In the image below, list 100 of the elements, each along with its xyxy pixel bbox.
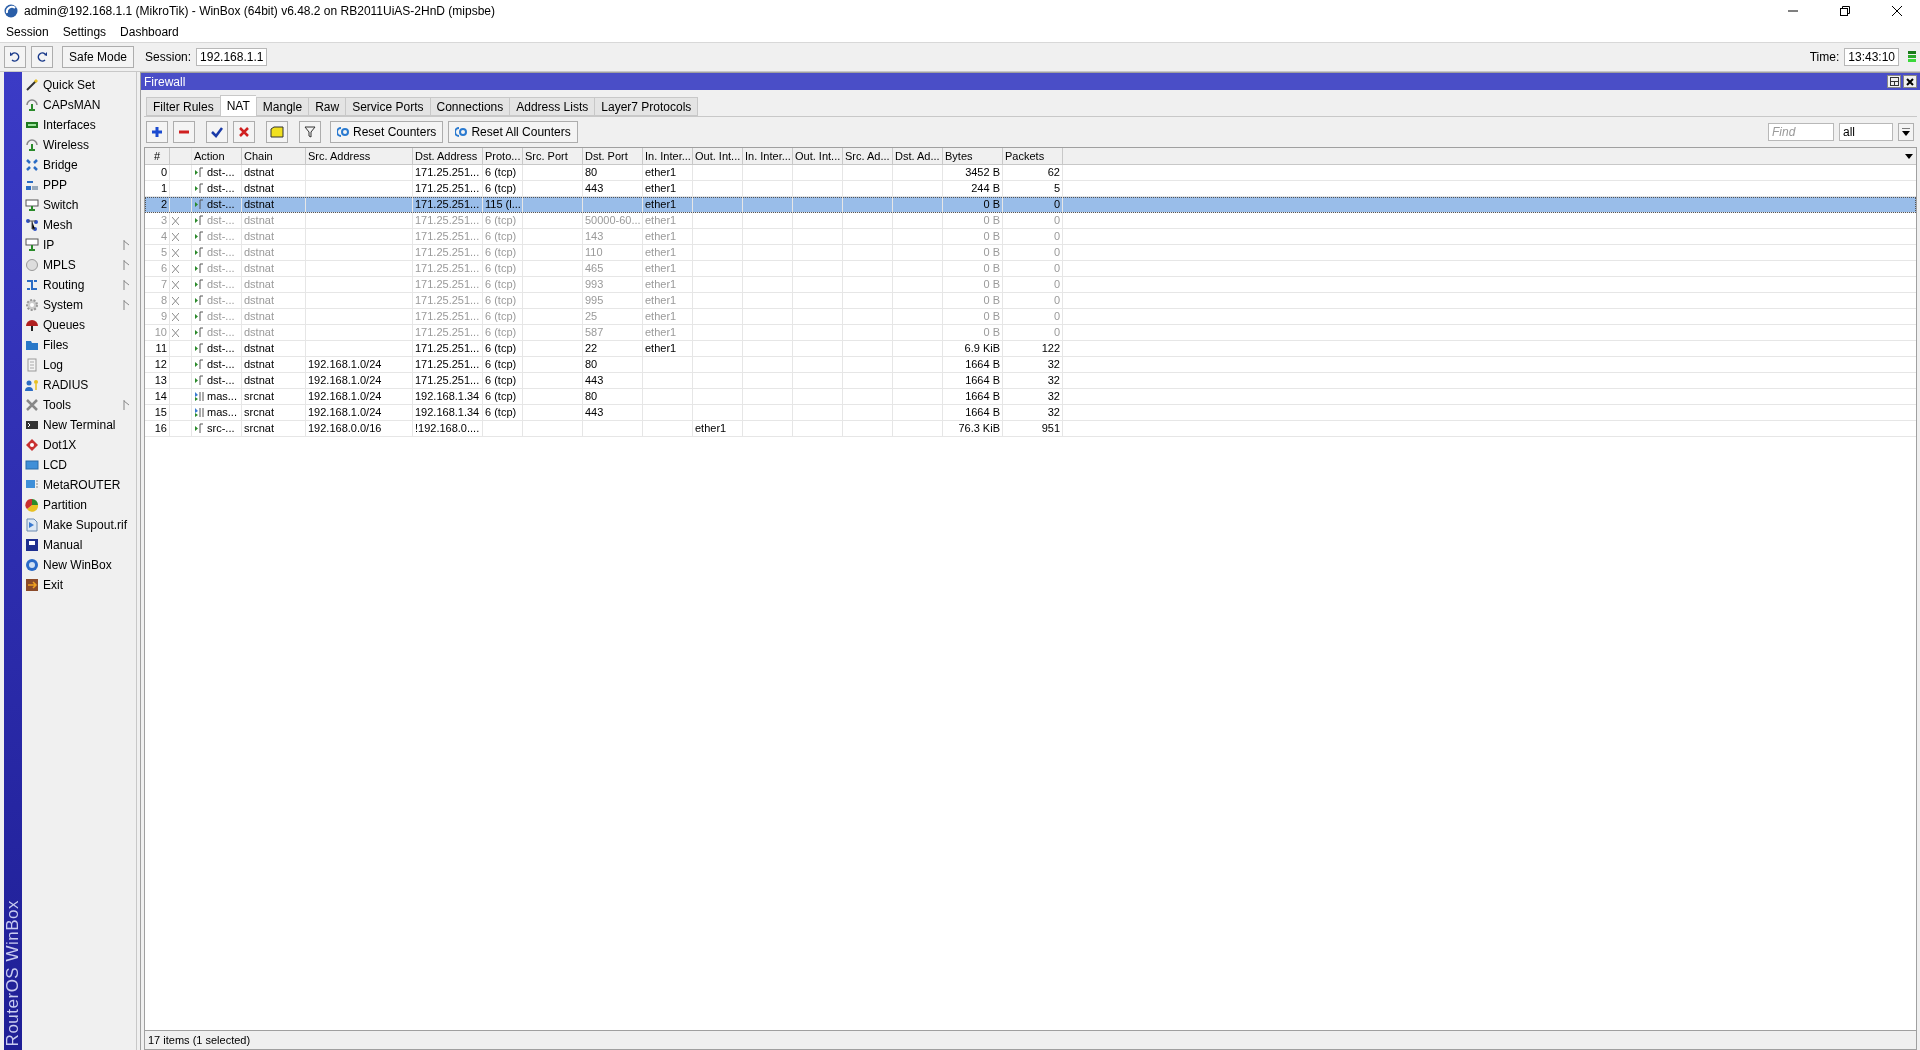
sidebar-item[interactable]: Make Supout.rif <box>22 515 136 535</box>
nat-arrow-icon <box>194 423 205 434</box>
table-cell: 6 (tcp) <box>483 293 523 308</box>
tab[interactable]: Connections <box>429 97 510 116</box>
dropdown-button[interactable] <box>1898 123 1914 141</box>
table-row[interactable]: 0 dst-... dstnat 171.25.251... 6 (tcp) 80 ether1 3452 B 62 <box>145 165 1916 181</box>
menu-item[interactable]: Settings <box>62 25 107 39</box>
filter-select[interactable]: all <box>1839 123 1893 141</box>
column-header[interactable]: # <box>145 148 170 164</box>
filter-button[interactable] <box>299 121 321 143</box>
table-cell: 171.25.251... <box>413 197 483 212</box>
column-header[interactable]: Out. Int... <box>793 148 843 164</box>
table-cell: dst-... <box>207 165 235 180</box>
sidebar-item[interactable]: MetaROUTER <box>22 475 136 495</box>
sidebar-item[interactable]: Dot1X <box>22 435 136 455</box>
column-header[interactable]: Packets <box>1003 148 1063 164</box>
check-icon <box>211 126 223 138</box>
disable-button[interactable] <box>233 121 255 143</box>
table-row[interactable]: 16 src-... srcnat 192.168.0.0/16 !192.168.0.... ether1 76.3 KiB 951 <box>145 421 1916 437</box>
safe-mode-button[interactable]: Safe Mode <box>62 46 135 68</box>
column-header[interactable]: Dst. Address <box>413 148 483 164</box>
sidebar-item[interactable]: RADIUS <box>22 375 136 395</box>
redo-button[interactable] <box>31 46 53 68</box>
tab[interactable]: Raw <box>308 97 346 116</box>
route-icon <box>25 278 39 292</box>
sidebar-item[interactable]: New WinBox <box>22 555 136 575</box>
table-cell: 0 B <box>943 213 1003 228</box>
sidebar-item[interactable]: Partition <box>22 495 136 515</box>
tab[interactable]: Filter Rules <box>146 97 220 116</box>
reset-all-counters-button[interactable]: Reset All Counters <box>448 121 578 143</box>
table-cell: 80 <box>583 165 643 180</box>
sidebar-item[interactable]: System <box>22 295 136 315</box>
table-row[interactable]: 1 dst-... dstnat 171.25.251... 6 (tcp) 443 ether1 244 B 5 <box>145 181 1916 197</box>
column-header[interactable]: Action <box>192 148 242 164</box>
column-header[interactable]: Chain <box>242 148 306 164</box>
undo-button[interactable] <box>4 46 26 68</box>
sidebar-item[interactable]: New Terminal <box>22 415 136 435</box>
restore-button[interactable] <box>1887 75 1901 88</box>
enable-button[interactable] <box>206 121 228 143</box>
column-header[interactable]: Src. Ad... <box>843 148 893 164</box>
sidebar-item[interactable]: Exit <box>22 575 136 595</box>
table-row[interactable]: 15 mas... srcnat 192.168.1.0/24 192.168.1.34 6 (tcp) 443 1664 B 32 <box>145 405 1916 421</box>
table-cell: 171.25.251... <box>413 245 483 260</box>
sidebar-item[interactable]: MPLS <box>22 255 136 275</box>
table-cell: 4 <box>145 229 170 244</box>
tab[interactable]: Layer7 Protocols <box>594 97 699 116</box>
table-row[interactable]: 14 mas... srcnat 192.168.1.0/24 192.168.1.34 6 (tcp) 80 1664 B 32 <box>145 389 1916 405</box>
table-cell: 6 (tcp) <box>483 309 523 324</box>
table-row[interactable]: 12 dst-... dstnat 192.168.1.0/24 171.25.251... 6 (tcp) 80 1664 B 32 <box>145 357 1916 373</box>
table-row[interactable]: 2 dst-... dstnat 171.25.251... 115 (l... ether1 0 B 0 <box>145 197 1916 213</box>
column-header[interactable]: In. Inter... <box>643 148 693 164</box>
session-field[interactable]: 192.168.1.1 <box>196 48 268 66</box>
table-row[interactable]: 11 dst-... dstnat 171.25.251... 6 (tcp) 22 ether1 6.9 KiB 122 <box>145 341 1916 357</box>
table-cell: 50000-60... <box>583 213 643 228</box>
sidebar-item[interactable]: Queues <box>22 315 136 335</box>
sidebar-item[interactable]: IP <box>22 235 136 255</box>
submenu-arrow-icon <box>123 260 130 270</box>
sidebar-item[interactable]: CAPsMAN <box>22 95 136 115</box>
column-header[interactable]: Dst. Ad... <box>893 148 943 164</box>
menu-item[interactable]: Dashboard <box>120 25 179 39</box>
sidebar-item[interactable]: Tools <box>22 395 136 415</box>
table-cell: dst-... <box>207 277 235 292</box>
sidebar-item[interactable]: Wireless <box>22 135 136 155</box>
column-header[interactable]: Src. Port <box>523 148 583 164</box>
column-header[interactable]: In. Inter... <box>743 148 793 164</box>
column-header[interactable]: Out. Int... <box>693 148 743 164</box>
table-cell: 6.9 KiB <box>943 341 1003 356</box>
tab[interactable]: Service Ports <box>345 97 430 116</box>
sidebar-item[interactable]: Bridge <box>22 155 136 175</box>
remove-button[interactable] <box>173 121 195 143</box>
column-header[interactable]: Bytes <box>943 148 1003 164</box>
sidebar-item[interactable]: Quick Set <box>22 75 136 95</box>
sidebar-item[interactable]: Routing <box>22 275 136 295</box>
reset-counters-button[interactable]: Reset Counters <box>330 121 444 143</box>
comment-button[interactable] <box>266 121 288 143</box>
sidebar-item[interactable]: Manual <box>22 535 136 555</box>
menu-item[interactable]: Session <box>6 25 49 39</box>
sidebar-item[interactable]: PPP <box>22 175 136 195</box>
column-header[interactable]: Src. Address <box>306 148 413 164</box>
tab[interactable]: Address Lists <box>509 97 595 116</box>
tab[interactable]: Mangle <box>255 97 309 116</box>
close-button[interactable] <box>1903 75 1917 88</box>
tab[interactable]: NAT <box>219 95 256 117</box>
status-text: 17 items (1 selected) <box>148 1034 251 1046</box>
disabled-x-icon <box>172 328 179 337</box>
column-header[interactable]: Proto... <box>483 148 523 164</box>
sidebar-item[interactable]: Switch <box>22 195 136 215</box>
sidebar-item[interactable]: Mesh <box>22 215 136 235</box>
column-header[interactable]: Dst. Port <box>583 148 643 164</box>
find-field[interactable]: Find <box>1768 123 1834 141</box>
sidebar-item[interactable]: Files <box>22 335 136 355</box>
status-bars-icon <box>1908 51 1916 63</box>
table-row[interactable]: 13 dst-... dstnat 192.168.1.0/24 171.25.251... 6 (tcp) 443 1664 B 32 <box>145 373 1916 389</box>
table-cell: mas... <box>207 389 237 404</box>
nat-arrow-icon <box>194 359 205 370</box>
sidebar-item[interactable]: Log <box>22 355 136 375</box>
sidebar-item[interactable]: LCD <box>22 455 136 475</box>
table-cell: 122 <box>1003 341 1063 356</box>
add-button[interactable] <box>146 121 168 143</box>
sidebar-item[interactable]: Interfaces <box>22 115 136 135</box>
